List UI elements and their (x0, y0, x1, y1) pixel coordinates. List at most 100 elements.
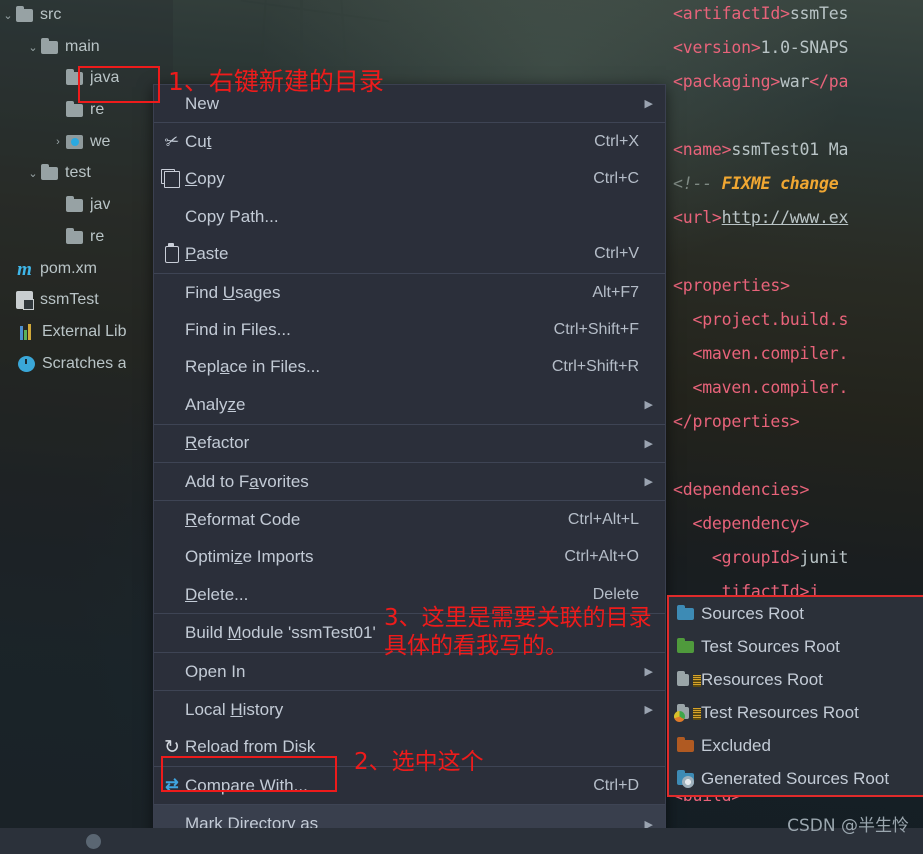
tree-item[interactable]: m pom.xm (0, 254, 97, 284)
code-token: <maven.compiler. (673, 344, 849, 363)
menu-item-optimize-imports[interactable]: Optimize Imports Ctrl+Alt+O (154, 539, 665, 576)
menu-item-copy-path[interactable]: Copy Path... (154, 198, 665, 235)
tree-expand-arrow-icon[interactable]: ⌄ (0, 9, 16, 22)
project-tree-panel[interactable]: ⌄ src ⌄ main java re › we ⌄ test jav re m pom.xm ssmTe… (0, 0, 173, 828)
tree-item-label: we (90, 133, 111, 150)
tree-item[interactable]: ⌄ test (0, 158, 91, 188)
submenu-item-test-sources-root[interactable]: Test Sources Root (669, 630, 923, 663)
menu-item-icon-slot-empty (159, 463, 185, 500)
tree-item-label: test (65, 164, 91, 181)
menu-item-icon-slot-empty (159, 198, 185, 235)
code-line: <properties> (673, 276, 790, 295)
menu-item-label: Copy Path... (185, 206, 279, 226)
blue-folder-icon (676, 604, 701, 624)
tree-expand-arrow-icon[interactable]: ⌄ (25, 41, 41, 54)
menu-item-find-usages[interactable]: Find Usages Alt+F7 (154, 274, 665, 311)
context-menu[interactable]: New▶CutCtrl+XCopyCtrl+CCopy Path...Paste… (153, 84, 666, 854)
tree-item[interactable]: ssmTest (0, 285, 99, 315)
tree-item[interactable]: ⌄ main (0, 32, 100, 62)
submenu-item-generated-sources-root[interactable]: Generated Sources Root (669, 762, 923, 795)
menu-item-analyze[interactable]: Analyze ▶ (154, 386, 665, 423)
annotation-box-mark-directory (161, 756, 337, 792)
submenu-item-label: Resources Root (701, 669, 823, 689)
code-token: <url> (673, 208, 722, 227)
test-resources-icon (674, 703, 701, 723)
code-line: <name>ssmTest01 Ma (673, 140, 848, 159)
submenu-chevron-icon: ▶ (644, 399, 653, 412)
menu-item-icon-slot-empty (159, 691, 185, 728)
submenu-item-resources-root[interactable]: Resources Root (669, 663, 923, 696)
maven-icon: m (17, 258, 32, 280)
code-line: <maven.compiler. (673, 378, 848, 397)
tree-item-label: pom.xm (40, 260, 97, 277)
submenu-item-excluded[interactable]: Excluded (669, 729, 923, 762)
menu-item-local-history[interactable]: Local History ▶ (154, 691, 665, 728)
tree-item-label: External Lib (42, 323, 127, 340)
tree-item-label: ssmTest (40, 291, 99, 308)
web-folder-icon (66, 135, 83, 149)
menu-item-label: Cut (185, 132, 212, 152)
code-token: <!-- (673, 174, 722, 193)
menu-item-cut[interactable]: Cut Ctrl+X (154, 123, 665, 160)
code-token: <maven.compiler. (673, 378, 849, 397)
tree-item[interactable]: External Lib (0, 317, 127, 347)
code-line: <version>1.0-SNAPS (673, 38, 848, 57)
code-token: ssmTes (789, 4, 849, 23)
tree-item-label: Scratches a (42, 355, 127, 372)
menu-item-label: Reformat Code (185, 509, 301, 529)
folder-icon (66, 227, 83, 244)
library-icon (18, 324, 35, 340)
code-line: </properties> (673, 412, 800, 431)
tree-expand-arrow-icon[interactable]: › (50, 136, 66, 148)
tree-item-label: src (40, 6, 62, 23)
code-line: <url>http://www.ex (673, 208, 848, 227)
code-token: <name> (673, 140, 732, 159)
menu-item-refactor[interactable]: Refactor ▶ (154, 425, 665, 462)
menu-item-shortcut: Ctrl+Alt+O (564, 548, 639, 566)
tree-item[interactable]: Scratches a (0, 349, 126, 379)
submenu-item-test-resources-root[interactable]: Test Resources Root (669, 696, 923, 729)
menu-item-icon-slot-empty (159, 425, 185, 462)
tree-item[interactable]: jav (0, 190, 110, 220)
submenu-item-label: Test Resources Root (701, 702, 859, 722)
code-token: <version> (673, 38, 761, 57)
code-token: <dependencies> (673, 480, 810, 499)
submenu-chevron-icon: ▶ (644, 437, 653, 450)
menu-item-label: Analyze (185, 394, 246, 414)
ide-status-bar (0, 828, 923, 854)
ide-screenshot: ⌄ src ⌄ main java re › we ⌄ test jav re m pom.xm ssmTe… (0, 0, 923, 854)
tree-item[interactable]: › we (0, 127, 110, 157)
code-token: junit (799, 548, 849, 567)
menu-item-icon-slot-empty (159, 349, 185, 386)
menu-item-add-to-favorites[interactable]: Add to Favorites ▶ (154, 463, 665, 500)
code-token: </properties> (673, 412, 800, 431)
tree-item[interactable]: re (0, 222, 104, 252)
menu-item-icon-slot-empty (159, 614, 185, 651)
menu-item-paste[interactable]: Paste Ctrl+V (154, 236, 665, 273)
menu-item-copy[interactable]: Copy Ctrl+C (154, 161, 665, 198)
submenu-chevron-icon: ▶ (644, 476, 653, 489)
menu-item-label: Refactor (185, 433, 250, 453)
code-token: </pa (809, 72, 849, 91)
submenu-item-sources-root[interactable]: Sources Root (669, 597, 923, 630)
menu-item-shortcut: Ctrl+Alt+L (567, 510, 639, 528)
mark-directory-as-submenu[interactable]: Sources Root Test Sources Root Resources R… (667, 595, 923, 797)
menu-item-shortcut: Ctrl+V (594, 245, 639, 263)
menu-item-shortcut: Alt+F7 (592, 283, 639, 301)
menu-item-reformat-code[interactable]: Reformat Code Ctrl+Alt+L (154, 501, 665, 538)
tree-item[interactable]: ⌄ src (0, 0, 61, 30)
tree-expand-arrow-icon[interactable]: ⌄ (25, 167, 41, 180)
menu-item-label: Open In (185, 661, 246, 681)
menu-item-icon-slot-empty (159, 274, 185, 311)
menu-item-label: Local History (185, 699, 284, 719)
annotation-step-1: 1、右键新建的目录 (168, 67, 384, 96)
menu-item-find-in-files[interactable]: Find in Files... Ctrl+Shift+F (154, 311, 665, 348)
war-icon (16, 291, 34, 310)
code-token: war (780, 72, 810, 91)
menu-item-replace-in-files[interactable]: Replace in Files... Ctrl+Shift+R (154, 349, 665, 386)
code-token: <packaging> (673, 72, 781, 91)
menu-item-label: Paste (185, 244, 229, 264)
code-token: <properties> (673, 276, 790, 295)
code-token: <dependency> (673, 514, 810, 533)
submenu-item-label: Generated Sources Root (701, 768, 890, 788)
